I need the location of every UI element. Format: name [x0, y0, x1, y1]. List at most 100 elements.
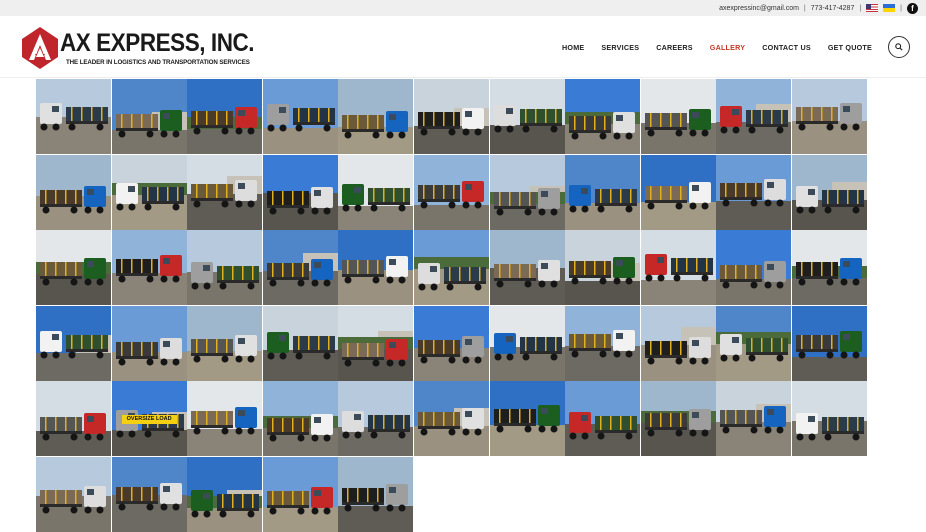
- gallery-photo[interactable]: [716, 230, 792, 306]
- gallery-photo[interactable]: [489, 305, 565, 381]
- truck-photo-image: [262, 457, 338, 532]
- us-flag-icon[interactable]: [866, 4, 879, 12]
- gallery-photo[interactable]: [111, 79, 187, 154]
- ukraine-flag-icon[interactable]: [883, 4, 896, 12]
- facebook-icon[interactable]: f: [907, 2, 918, 14]
- gallery-photo[interactable]: [36, 79, 111, 154]
- gallery-photo[interactable]: [640, 305, 716, 381]
- gallery-photo[interactable]: [36, 230, 111, 306]
- truck-photo-image: [36, 457, 111, 532]
- truck-photo-image: [489, 230, 565, 306]
- gallery-photo[interactable]: [414, 154, 489, 230]
- gallery-photo[interactable]: [262, 154, 338, 230]
- gallery-photo[interactable]: [338, 154, 414, 230]
- gallery-photo[interactable]: [414, 79, 489, 154]
- truck-photo-image: [489, 381, 565, 457]
- gallery-photo[interactable]: [489, 230, 565, 306]
- truck-photo-image: [338, 230, 414, 306]
- gallery-photo[interactable]: [640, 79, 716, 154]
- gallery-photo[interactable]: [489, 154, 565, 230]
- truck-photo-image: [338, 79, 414, 154]
- gallery-photo[interactable]: [187, 457, 263, 532]
- truck-photo-image: [640, 79, 716, 154]
- gallery-photo[interactable]: [111, 230, 187, 306]
- nav-home[interactable]: HOME: [562, 43, 584, 52]
- gallery-photo[interactable]: [414, 230, 489, 306]
- gallery-photo[interactable]: [338, 79, 414, 154]
- gallery-photo[interactable]: [338, 457, 414, 532]
- gallery-photo[interactable]: [262, 457, 338, 532]
- gallery-photo[interactable]: [338, 381, 414, 457]
- contact-email[interactable]: axexpressinc@gmail.com: [719, 5, 799, 12]
- gallery-photo[interactable]: [565, 154, 641, 230]
- gallery-photo[interactable]: [36, 154, 111, 230]
- separator: |: [859, 4, 862, 12]
- gallery-photo[interactable]: [338, 305, 414, 381]
- gallery-photo[interactable]: [262, 381, 338, 457]
- gallery-photo[interactable]: [111, 457, 187, 532]
- truck-photo-image: [338, 305, 414, 381]
- gallery-photo[interactable]: [414, 381, 489, 457]
- gallery-photo[interactable]: [640, 230, 716, 306]
- truck-photo-image: [565, 154, 641, 230]
- gallery-photo[interactable]: [565, 381, 641, 457]
- truck-photo-image: [187, 381, 263, 457]
- gallery-photo[interactable]: [111, 305, 187, 381]
- gallery-photo[interactable]: [792, 305, 867, 381]
- site-logo[interactable]: AX EXPRESS, INC. THE LEADER IN LOGISTICS…: [22, 25, 255, 73]
- gallery-photo[interactable]: [716, 381, 792, 457]
- gallery-photo[interactable]: [489, 79, 565, 154]
- truck-photo-image: [187, 457, 263, 532]
- gallery-photo[interactable]: [414, 305, 489, 381]
- truck-photo-image: [414, 305, 489, 381]
- gallery-photo[interactable]: [489, 381, 565, 457]
- gallery-photo[interactable]: [36, 381, 111, 457]
- gallery-photo[interactable]: [338, 230, 414, 306]
- gallery-photo[interactable]: [565, 230, 641, 306]
- truck-photo-image: [338, 154, 414, 230]
- truck-photo-image: [111, 79, 187, 154]
- separator: |: [900, 4, 902, 12]
- nav-services[interactable]: SERVICES: [601, 43, 639, 52]
- gallery-photo[interactable]: [716, 79, 792, 154]
- gallery-photo[interactable]: [187, 154, 263, 230]
- logo-mark-icon: [22, 27, 58, 69]
- truck-photo-image: [716, 79, 792, 154]
- truck-photo-image: [36, 230, 111, 306]
- truck-photo-image: [111, 230, 187, 306]
- nav-contact-us[interactable]: CONTACT US: [762, 43, 811, 52]
- truck-photo-image: [640, 381, 716, 457]
- gallery-photo[interactable]: [36, 457, 111, 532]
- separator: |: [803, 4, 806, 12]
- contact-phone[interactable]: 773-417-4287: [811, 5, 855, 12]
- gallery-photo[interactable]: [640, 154, 716, 230]
- truck-photo-image: [565, 381, 641, 457]
- gallery-photo[interactable]: [187, 79, 263, 154]
- nav-get-quote[interactable]: GET QUOTE: [828, 43, 872, 52]
- nav-gallery[interactable]: GALLERY: [710, 43, 745, 52]
- gallery-photo[interactable]: OVERSIZE LOAD: [111, 381, 187, 457]
- gallery-photo[interactable]: [792, 79, 867, 154]
- gallery-photo[interactable]: [792, 230, 867, 306]
- gallery-photo[interactable]: [640, 381, 716, 457]
- gallery-photo[interactable]: [262, 79, 338, 154]
- gallery-photo[interactable]: [716, 154, 792, 230]
- gallery-photo[interactable]: [565, 79, 641, 154]
- search-button[interactable]: [888, 36, 910, 58]
- gallery-photo[interactable]: [792, 154, 867, 230]
- gallery-photo[interactable]: [187, 305, 263, 381]
- truck-photo-image: [716, 305, 792, 381]
- truck-photo-image: [111, 154, 187, 230]
- gallery-photo[interactable]: [792, 381, 867, 457]
- gallery-photo[interactable]: [111, 154, 187, 230]
- gallery-photo[interactable]: [565, 305, 641, 381]
- gallery-photo[interactable]: [187, 381, 263, 457]
- main-nav: HOME SERVICES CAREERS GALLERY CONTACT US…: [562, 16, 872, 78]
- gallery-photo[interactable]: [36, 305, 111, 381]
- truck-photo-image: [489, 154, 565, 230]
- gallery-photo[interactable]: [187, 230, 263, 306]
- gallery-photo[interactable]: [262, 305, 338, 381]
- gallery-photo[interactable]: [716, 305, 792, 381]
- nav-careers[interactable]: CAREERS: [656, 43, 693, 52]
- gallery-photo[interactable]: [262, 230, 338, 306]
